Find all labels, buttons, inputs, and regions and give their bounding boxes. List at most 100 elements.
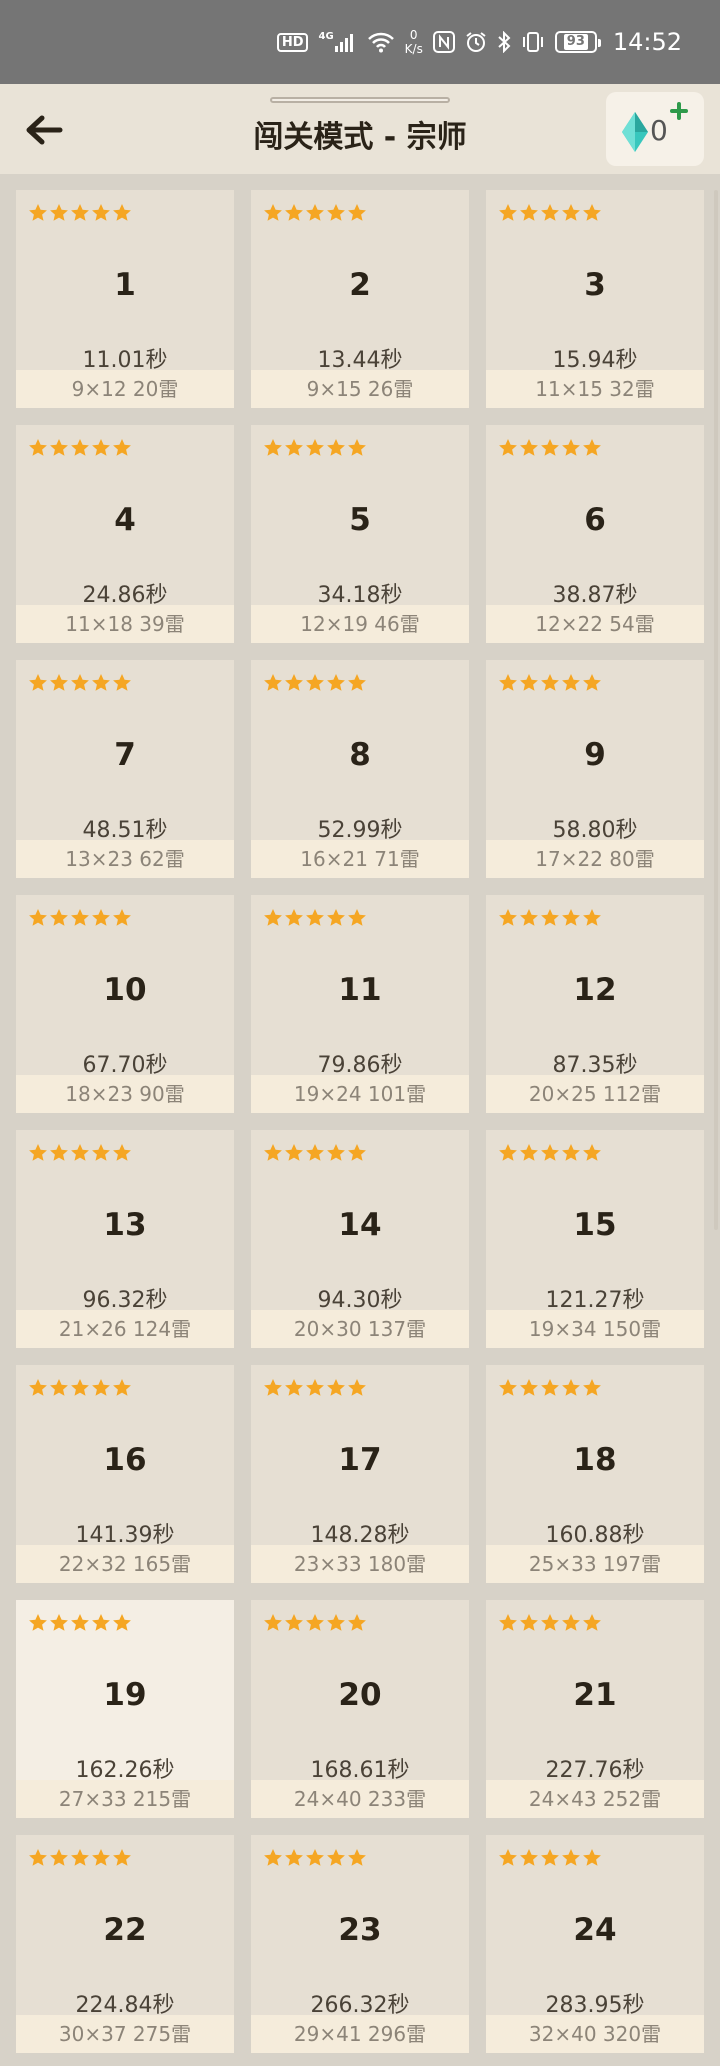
star-icon xyxy=(305,1143,325,1162)
level-number: 22 xyxy=(103,1912,147,1948)
level-card[interactable]: 8 52.99秒 16×21 71雷 xyxy=(251,660,469,878)
level-card[interactable]: 17 148.28秒 23×33 180雷 xyxy=(251,1365,469,1583)
star-icon xyxy=(582,1378,602,1397)
star-icon xyxy=(305,203,325,222)
star-icon xyxy=(263,1848,283,1867)
level-card[interactable]: 9 58.80秒 17×22 80雷 xyxy=(486,660,704,878)
star-icon xyxy=(49,1143,69,1162)
level-number: 8 xyxy=(349,737,371,773)
star-icon xyxy=(263,203,283,222)
star-icon xyxy=(49,1613,69,1632)
star-icon xyxy=(561,203,581,222)
star-icon xyxy=(112,438,132,457)
star-icon xyxy=(49,908,69,927)
star-icon xyxy=(284,1378,304,1397)
level-card[interactable]: 13 96.32秒 21×26 124雷 xyxy=(16,1130,234,1348)
star-icon xyxy=(561,908,581,927)
level-card[interactable]: 19 162.26秒 27×33 215雷 xyxy=(16,1600,234,1818)
board-info: 25×33 197雷 xyxy=(486,1545,704,1583)
star-icon xyxy=(70,673,90,692)
level-card[interactable]: 12 87.35秒 20×25 112雷 xyxy=(486,895,704,1113)
star-icon xyxy=(582,203,602,222)
level-card[interactable]: 18 160.88秒 25×33 197雷 xyxy=(486,1365,704,1583)
star-icon xyxy=(28,203,48,222)
star-icon xyxy=(519,673,539,692)
star-icon xyxy=(540,1143,560,1162)
star-icon xyxy=(284,908,304,927)
level-card[interactable]: 10 67.70秒 18×23 90雷 xyxy=(16,895,234,1113)
level-number: 16 xyxy=(103,1442,147,1478)
board-info: 9×15 26雷 xyxy=(251,370,469,408)
star-rating xyxy=(28,203,132,222)
level-card[interactable]: 21 227.76秒 24×43 252雷 xyxy=(486,1600,704,1818)
star-icon xyxy=(582,908,602,927)
level-grid: 1 11.01秒 9×12 20雷 2 13.44秒 9×15 26雷 3 15.94秒 11×… xyxy=(16,190,704,2053)
star-icon xyxy=(91,1848,111,1867)
star-icon xyxy=(326,1848,346,1867)
diamond-icon xyxy=(622,112,648,152)
star-icon xyxy=(540,908,560,927)
level-card[interactable]: 20 168.61秒 24×40 233雷 xyxy=(251,1600,469,1818)
alarm-icon xyxy=(465,31,487,53)
star-icon xyxy=(498,203,518,222)
level-card[interactable]: 15 121.27秒 19×34 150雷 xyxy=(486,1130,704,1348)
level-card[interactable]: 23 266.32秒 29×41 296雷 xyxy=(251,1835,469,2053)
star-icon xyxy=(112,1378,132,1397)
board-info: 30×37 275雷 xyxy=(16,2015,234,2053)
star-icon xyxy=(70,1848,90,1867)
star-icon xyxy=(112,908,132,927)
star-icon xyxy=(561,1143,581,1162)
star-rating xyxy=(28,438,132,457)
star-icon xyxy=(498,908,518,927)
level-card[interactable]: 2 13.44秒 9×15 26雷 xyxy=(251,190,469,408)
star-rating xyxy=(263,908,367,927)
level-card[interactable]: 16 141.39秒 22×32 165雷 xyxy=(16,1365,234,1583)
battery-icon: 93 xyxy=(554,31,601,53)
level-card[interactable]: 24 283.95秒 32×40 320雷 xyxy=(486,1835,704,2053)
star-icon xyxy=(582,1613,602,1632)
level-card[interactable]: 1 11.01秒 9×12 20雷 xyxy=(16,190,234,408)
nfc-icon xyxy=(432,31,455,53)
star-icon xyxy=(112,1143,132,1162)
star-icon xyxy=(347,1143,367,1162)
level-number: 5 xyxy=(349,502,371,538)
star-icon xyxy=(519,438,539,457)
star-icon xyxy=(305,1613,325,1632)
level-card[interactable]: 22 224.84秒 30×37 275雷 xyxy=(16,1835,234,2053)
star-icon xyxy=(49,1378,69,1397)
board-info: 24×43 252雷 xyxy=(486,1780,704,1818)
star-icon xyxy=(347,203,367,222)
level-number: 1 xyxy=(114,267,136,303)
drag-handle[interactable] xyxy=(270,97,450,103)
star-icon xyxy=(284,1143,304,1162)
level-card[interactable]: 3 15.94秒 11×15 32雷 xyxy=(486,190,704,408)
star-icon xyxy=(561,438,581,457)
level-card[interactable]: 7 48.51秒 13×23 62雷 xyxy=(16,660,234,878)
vibrate-icon xyxy=(521,31,545,53)
star-icon xyxy=(28,438,48,457)
star-icon xyxy=(519,1143,539,1162)
level-card[interactable]: 6 38.87秒 12×22 54雷 xyxy=(486,425,704,643)
level-card[interactable]: 4 24.86秒 11×18 39雷 xyxy=(16,425,234,643)
scrollbar[interactable] xyxy=(714,190,718,1230)
star-icon xyxy=(498,673,518,692)
star-icon xyxy=(582,1848,602,1867)
star-rating xyxy=(263,673,367,692)
star-icon xyxy=(28,1378,48,1397)
level-card[interactable]: 14 94.30秒 20×30 137雷 xyxy=(251,1130,469,1348)
star-icon xyxy=(582,673,602,692)
level-card[interactable]: 5 34.18秒 12×19 46雷 xyxy=(251,425,469,643)
star-rating xyxy=(263,203,367,222)
star-icon xyxy=(326,438,346,457)
level-card[interactable]: 11 79.86秒 19×24 101雷 xyxy=(251,895,469,1113)
star-rating xyxy=(263,1848,367,1867)
star-icon xyxy=(540,673,560,692)
star-icon xyxy=(28,908,48,927)
star-icon xyxy=(49,203,69,222)
star-icon xyxy=(284,1613,304,1632)
star-icon xyxy=(28,1143,48,1162)
star-icon xyxy=(519,203,539,222)
gem-balance-button[interactable]: 0 xyxy=(606,92,704,166)
star-icon xyxy=(263,1613,283,1632)
level-number: 13 xyxy=(103,1207,147,1243)
